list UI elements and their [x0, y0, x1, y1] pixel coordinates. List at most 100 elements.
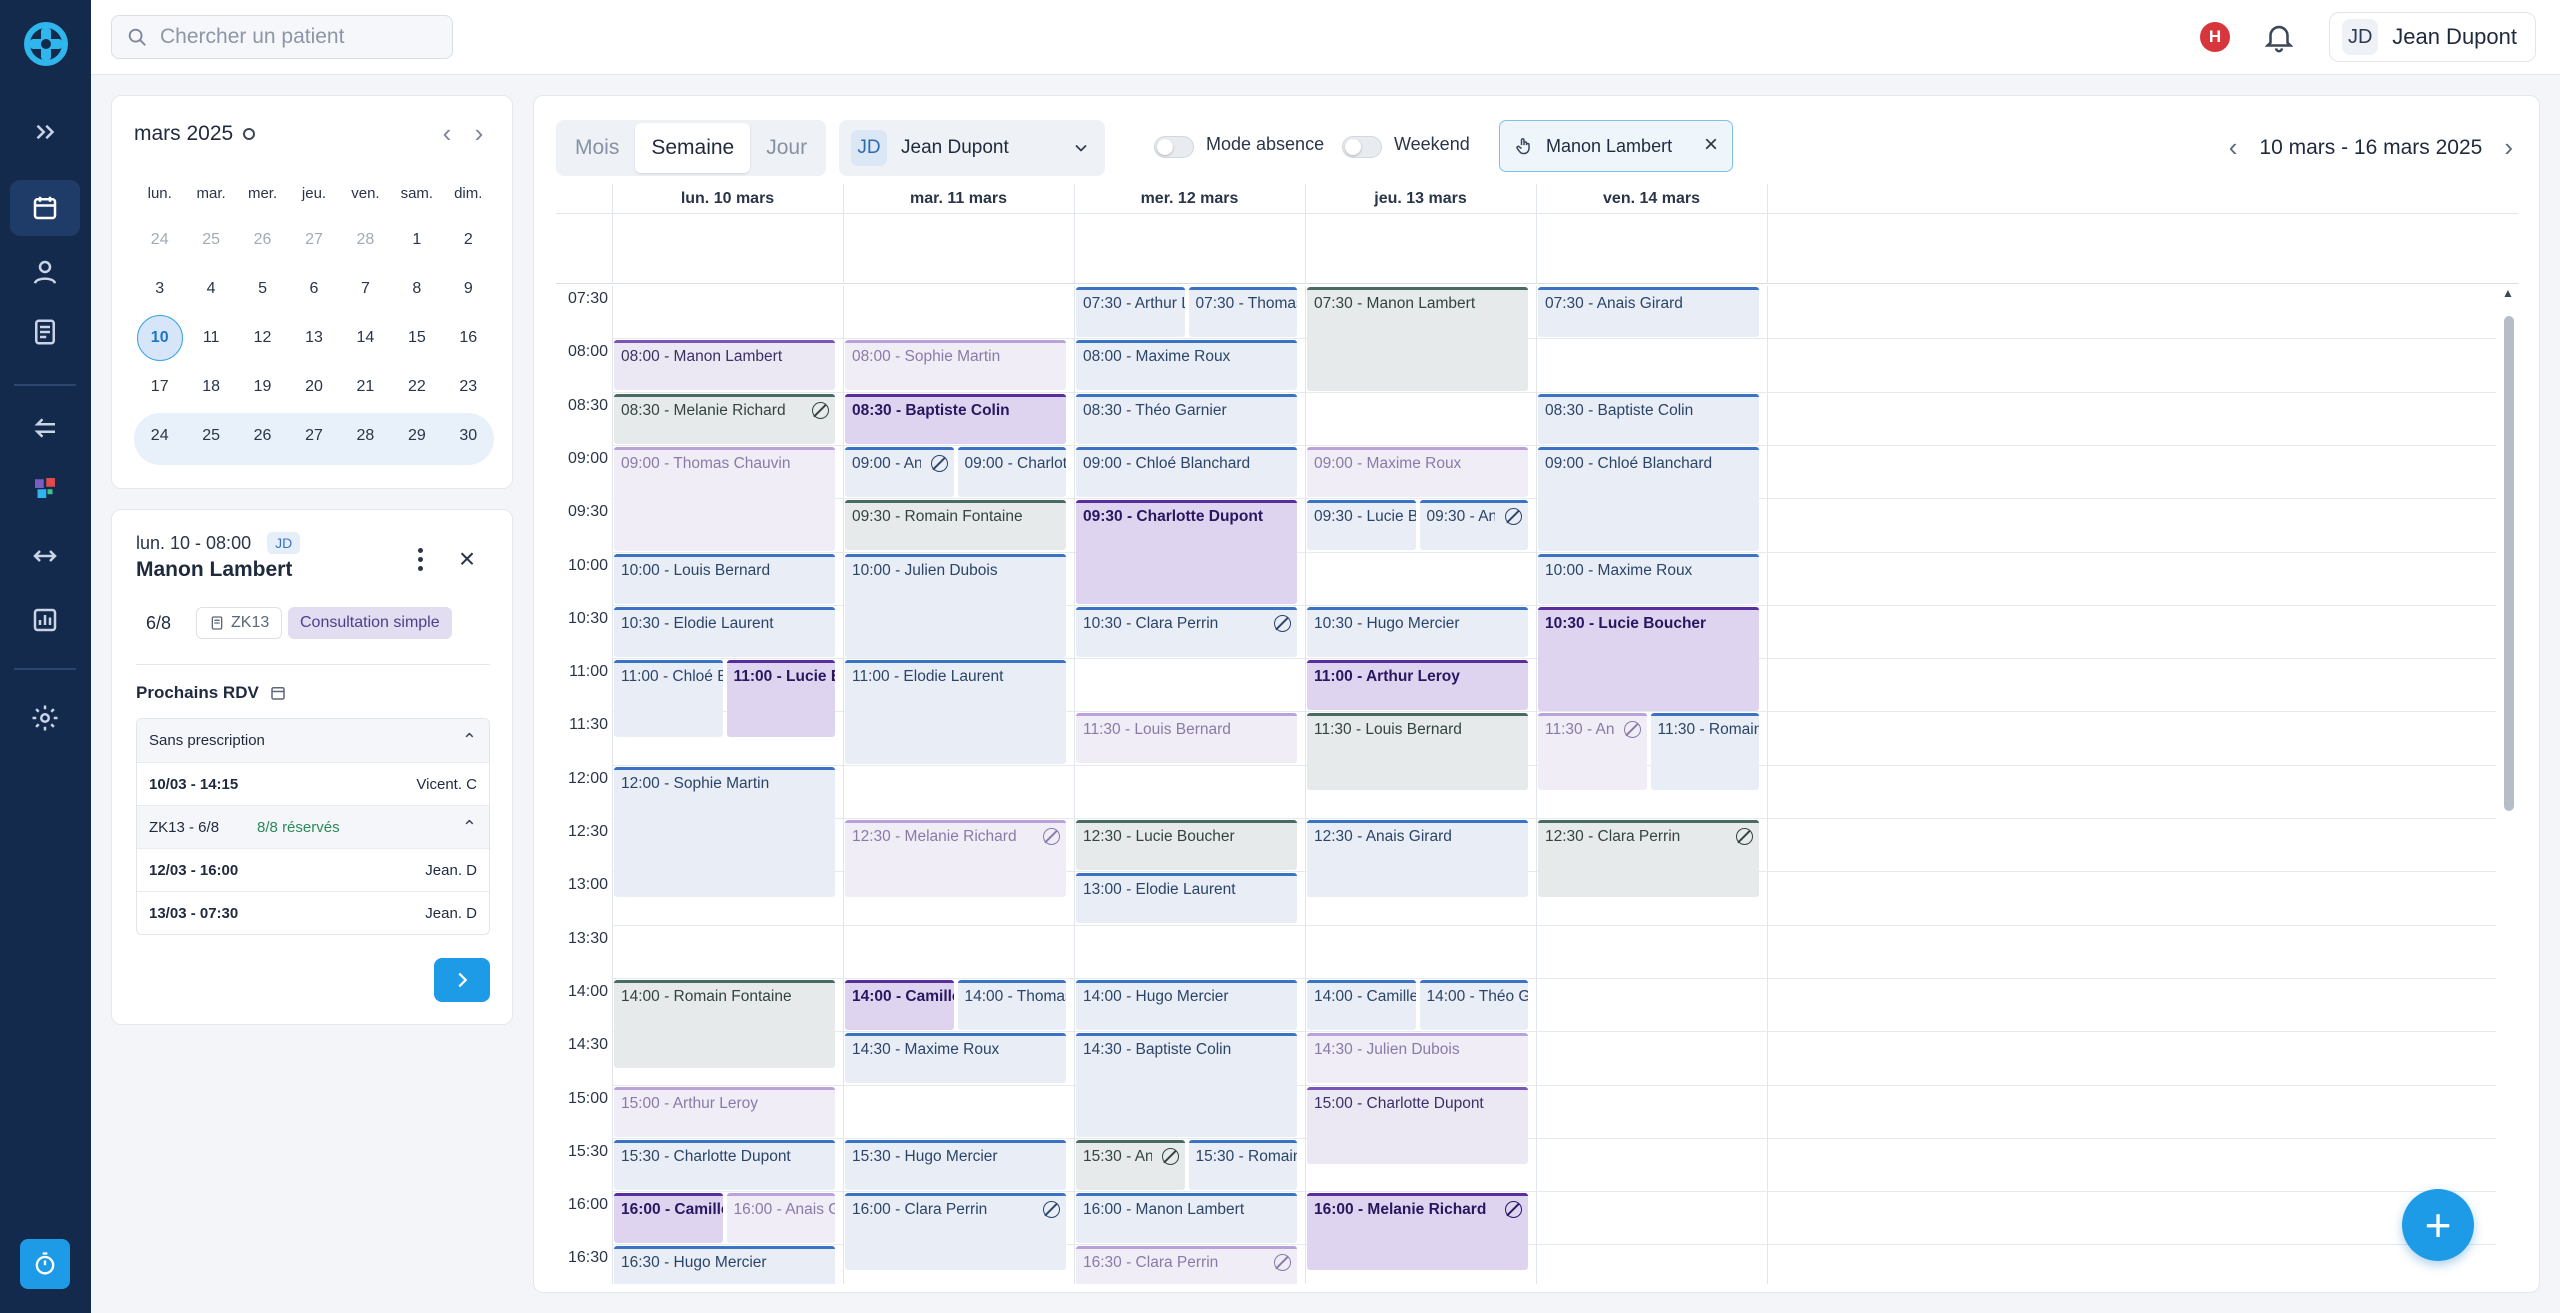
- day-cell[interactable]: 24: [137, 413, 183, 459]
- appointment-event[interactable]: 10:00 - Julien Dubois: [845, 554, 1066, 658]
- clear-filter-icon[interactable]: ×: [1704, 131, 1718, 159]
- day-cell[interactable]: 23: [445, 364, 491, 410]
- appointment-row[interactable]: 12/03 - 16:00 Jean. D: [137, 848, 489, 891]
- appointment-event[interactable]: 14:00 - Thomas Chauvin: [957, 980, 1066, 1030]
- appointment-event[interactable]: 08:30 - Baptiste Colin: [1538, 394, 1759, 444]
- appointment-event[interactable]: 09:00 - Antoine Moreau: [845, 447, 954, 497]
- alert-badge[interactable]: H: [2200, 22, 2230, 52]
- appointment-event[interactable]: 10:00 - Louis Bernard: [614, 554, 835, 604]
- day-cell[interactable]: 30: [445, 413, 491, 459]
- day-cell[interactable]: 9: [445, 266, 491, 312]
- appointment-event[interactable]: 10:30 - Elodie Laurent: [614, 607, 835, 657]
- appointment-event[interactable]: 09:00 - Chloé Blanchard: [1076, 447, 1297, 497]
- day-cell[interactable]: 21: [342, 364, 388, 410]
- more-options-icon[interactable]: [408, 544, 432, 574]
- appointment-event[interactable]: 13:00 - Elodie Laurent: [1076, 873, 1297, 923]
- appointment-event[interactable]: 15:00 - Arthur Leroy: [614, 1087, 835, 1137]
- day-cell[interactable]: 26: [240, 413, 286, 459]
- appointment-event[interactable]: 15:30 - Charlotte Dupont: [614, 1140, 835, 1190]
- appointment-row[interactable]: 10/03 - 14:15 Vicent. C: [137, 762, 489, 805]
- day-cell[interactable]: 1: [394, 217, 440, 263]
- patients-nav-icon[interactable]: [10, 244, 80, 300]
- day-cell[interactable]: 28: [342, 217, 388, 263]
- appointment-event[interactable]: 12:30 - Melanie Richard: [845, 820, 1066, 897]
- appointment-event[interactable]: 16:30 - Hugo Mercier: [614, 1246, 835, 1284]
- appointment-event[interactable]: 14:30 - Maxime Roux: [845, 1033, 1066, 1083]
- day-cell[interactable]: 19: [240, 364, 286, 410]
- appointment-event[interactable]: 15:30 - Antoine Moreau: [1076, 1140, 1185, 1190]
- appointment-event[interactable]: 16:00 - Camille Lefèvre: [614, 1193, 723, 1243]
- day-cell[interactable]: 26: [240, 217, 286, 263]
- chevron-up-icon[interactable]: ⌃: [462, 730, 477, 751]
- appointment-event[interactable]: 14:00 - Hugo Mercier: [1076, 980, 1297, 1030]
- appointment-event[interactable]: 11:00 - Lucie Boucher: [726, 660, 835, 737]
- next-appointment-button[interactable]: [434, 958, 490, 1002]
- appointment-event[interactable]: 16:00 - Anais Girard: [726, 1193, 835, 1243]
- appointment-group-header[interactable]: ZK13 - 6/8 8/8 réservés ⌃: [137, 805, 489, 848]
- day-cell[interactable]: 28: [342, 413, 388, 459]
- timer-button[interactable]: [20, 1239, 70, 1289]
- prescription-code-chip[interactable]: ZK13: [196, 607, 283, 639]
- appointment-event[interactable]: 10:00 - Maxime Roux: [1538, 554, 1759, 604]
- appointment-event[interactable]: 14:00 - Camille Lefèvre: [1307, 980, 1416, 1030]
- appointment-event[interactable]: 09:30 - Lucie Boucher: [1307, 500, 1416, 550]
- appointment-event[interactable]: 12:30 - Anais Girard: [1307, 820, 1528, 897]
- appointment-event[interactable]: 07:30 - Arthur Leroy: [1076, 287, 1185, 337]
- statistics-icon[interactable]: [10, 592, 80, 648]
- user-menu[interactable]: JD Jean Dupont: [2329, 12, 2536, 62]
- appointment-group-header[interactable]: Sans prescription ⌃: [137, 719, 489, 762]
- appointment-event[interactable]: 11:30 - Louis Bernard: [1307, 713, 1528, 790]
- documents-nav-icon[interactable]: [10, 304, 80, 360]
- appointment-row[interactable]: 13/03 - 07:30 Jean. D: [137, 891, 489, 934]
- appointment-event[interactable]: 16:00 - Manon Lambert: [1076, 1193, 1297, 1243]
- chevron-up-icon[interactable]: ⌃: [462, 817, 477, 838]
- appointment-event[interactable]: 10:30 - Hugo Mercier: [1307, 607, 1528, 657]
- appointment-event[interactable]: 15:30 - Hugo Mercier: [845, 1140, 1066, 1190]
- view-tab-semaine[interactable]: Semaine: [635, 123, 751, 173]
- appointment-event[interactable]: 08:00 - Maxime Roux: [1076, 340, 1297, 390]
- appointment-event[interactable]: 11:30 - Antoine Moreau: [1538, 713, 1647, 790]
- appointment-event[interactable]: 09:00 - Chloé Blanchard: [1538, 447, 1759, 551]
- settings-gear-icon[interactable]: [10, 690, 80, 746]
- appointment-event[interactable]: 16:00 - Melanie Richard: [1307, 1193, 1528, 1270]
- expand-sidebar-icon[interactable]: [10, 104, 80, 160]
- appointment-event[interactable]: 11:30 - Louis Bernard: [1076, 713, 1297, 763]
- day-cell[interactable]: 3: [137, 266, 183, 312]
- day-cell[interactable]: 18: [188, 364, 234, 410]
- view-tab-mois[interactable]: Mois: [559, 123, 635, 173]
- appointment-event[interactable]: 08:00 - Manon Lambert: [614, 340, 835, 390]
- calendar-nav-icon[interactable]: [10, 180, 80, 236]
- appointment-event[interactable]: 14:30 - Baptiste Colin: [1076, 1033, 1297, 1137]
- appointment-event[interactable]: 09:30 - Romain Fontaine: [845, 500, 1066, 550]
- appointment-event[interactable]: 15:00 - Charlotte Dupont: [1307, 1087, 1528, 1164]
- day-cell[interactable]: 10: [136, 314, 183, 361]
- exchange-icon[interactable]: [10, 528, 80, 584]
- mini-calendar-prev-icon[interactable]: ‹: [432, 118, 462, 148]
- day-cell[interactable]: 11: [188, 315, 234, 361]
- appointment-event[interactable]: 07:30 - Manon Lambert: [1307, 287, 1528, 391]
- appointment-event[interactable]: 09:30 - Antoine Moreau: [1419, 500, 1528, 550]
- next-week-icon[interactable]: ›: [2504, 132, 2513, 163]
- appointment-event[interactable]: 11:00 - Chloé Blanchard: [614, 660, 723, 737]
- scroll-up-icon[interactable]: ▲: [2502, 286, 2514, 300]
- day-cell[interactable]: 15: [394, 315, 440, 361]
- day-cell[interactable]: 5: [240, 266, 286, 312]
- day-cell[interactable]: 25: [188, 217, 234, 263]
- day-cell[interactable]: 4: [188, 266, 234, 312]
- appointment-event[interactable]: 12:30 - Lucie Boucher: [1076, 820, 1297, 870]
- day-cell[interactable]: 16: [445, 315, 491, 361]
- day-cell[interactable]: 17: [137, 364, 183, 410]
- calendar-scrollbar[interactable]: ▲ ▼: [2496, 284, 2518, 1284]
- day-cell[interactable]: 6: [291, 266, 337, 312]
- appointment-event[interactable]: 12:00 - Sophie Martin: [614, 767, 835, 897]
- appointment-event[interactable]: 16:30 - Clara Perrin: [1076, 1246, 1297, 1284]
- day-cell[interactable]: 14: [342, 315, 388, 361]
- appointment-event[interactable]: 08:30 - Baptiste Colin: [845, 394, 1066, 444]
- appointment-event[interactable]: 10:30 - Clara Perrin: [1076, 607, 1297, 657]
- weekend-toggle[interactable]: [1342, 136, 1382, 158]
- appointment-event[interactable]: 08:00 - Sophie Martin: [845, 340, 1066, 390]
- day-cell[interactable]: 2: [445, 217, 491, 263]
- search-input[interactable]: [160, 25, 440, 49]
- appointment-event[interactable]: 14:00 - Théo Garnier: [1419, 980, 1528, 1030]
- appointment-event[interactable]: 12:30 - Clara Perrin: [1538, 820, 1759, 897]
